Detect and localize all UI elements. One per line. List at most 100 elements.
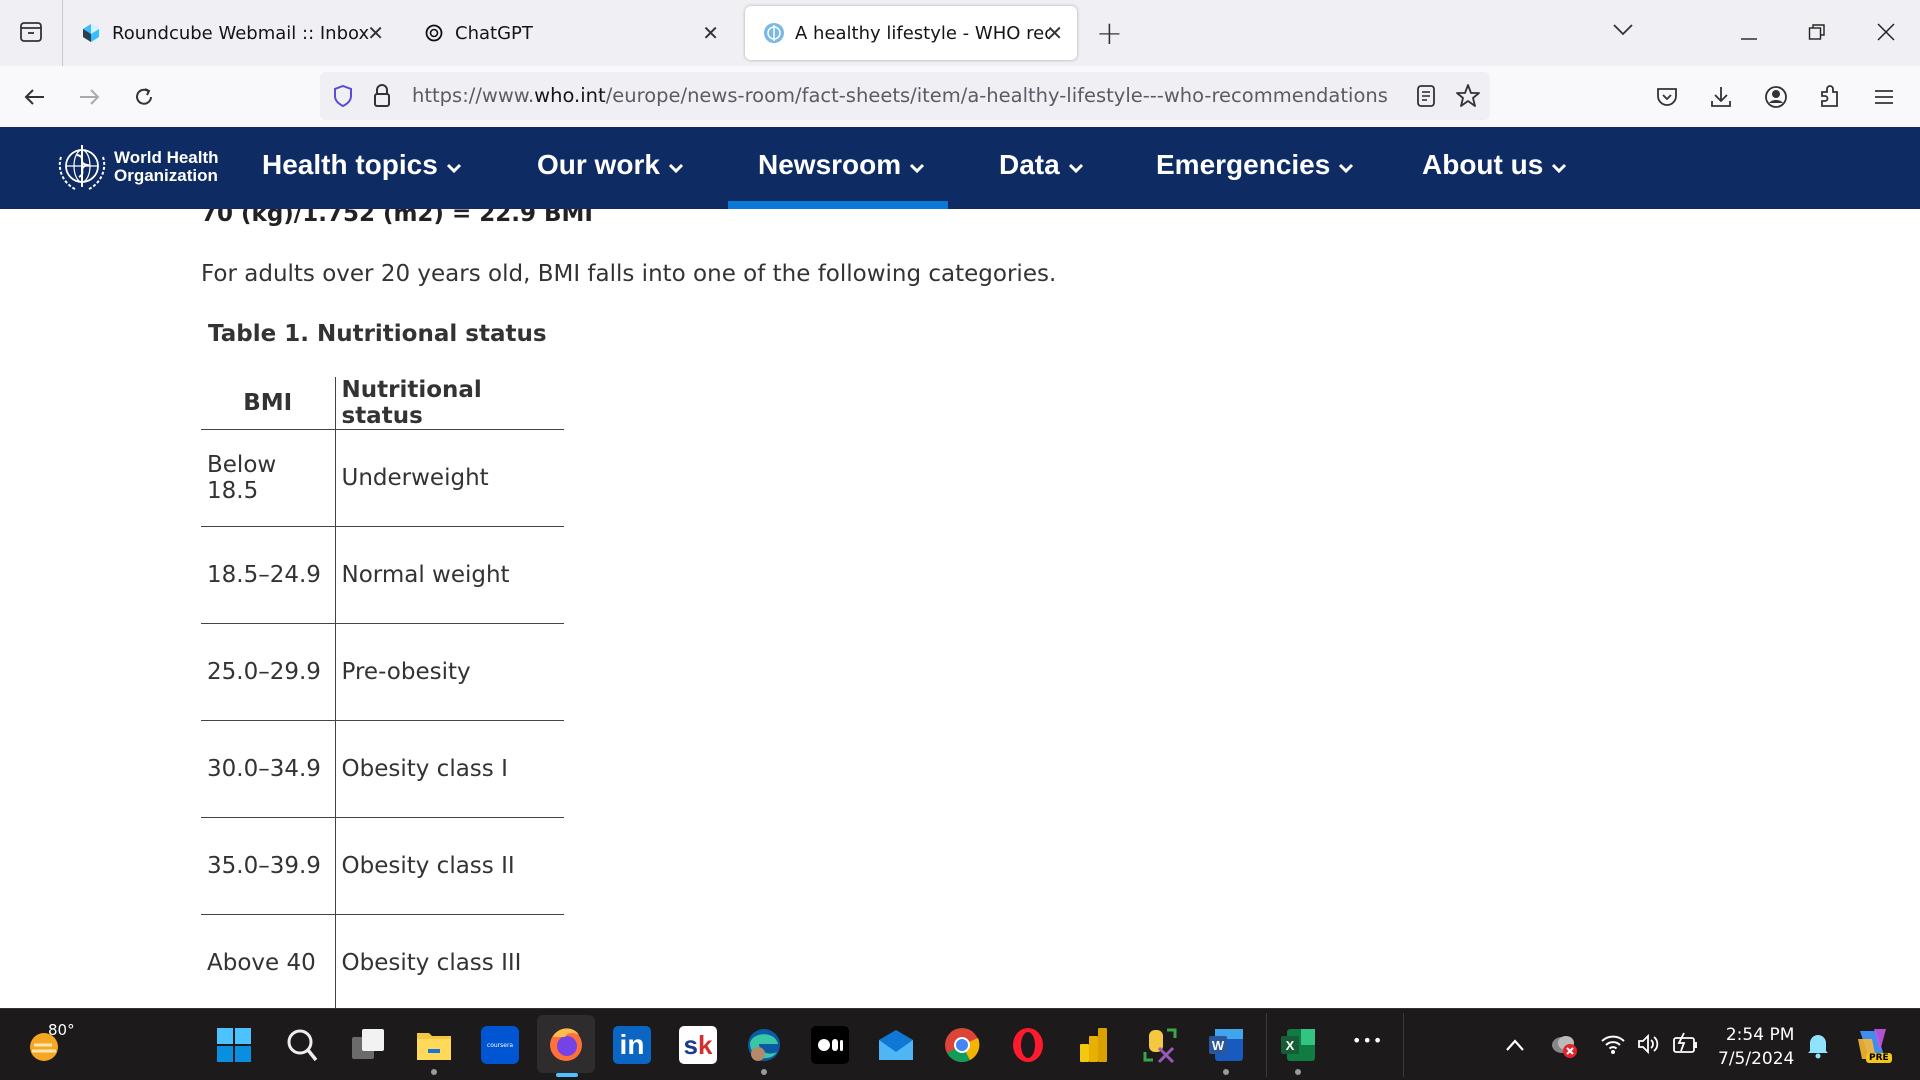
opera-icon[interactable] [1006,1023,1050,1067]
edge-profile-icon[interactable] [742,1023,786,1067]
minimize-icon[interactable] [1740,22,1758,46]
column-header-status: Nutritional status [335,377,564,430]
nav-label: Data [999,149,1060,180]
chevron-down-icon [909,149,925,181]
power-bi-icon[interactable] [1072,1023,1116,1067]
tab-list-icon[interactable] [18,20,44,44]
volume-icon[interactable] [1636,1033,1662,1059]
bmi-range: 30.0–34.9 [201,720,336,818]
bmi-range: 18.5–24.9 [201,526,336,624]
restore-icon[interactable] [1808,22,1826,46]
nav-our-work[interactable]: Our work [537,149,684,181]
onedrive-error-icon[interactable] [1550,1033,1580,1063]
word-icon[interactable]: W [1204,1023,1248,1067]
table-row: 18.5–24.9 Normal weight [201,526,564,624]
battery-charging-icon[interactable] [1672,1031,1700,1059]
windows-start-icon[interactable] [212,1023,256,1067]
linkedin-icon[interactable]: in [610,1023,654,1067]
medium-icon[interactable] [808,1023,852,1067]
bmi-formula-example: 70 (kg)/1.752 (m2) = 22.9 BMI [201,209,593,227]
taskbar-divider [1266,1013,1267,1077]
url-prefix: https://www. [412,84,535,107]
bmi-range: 25.0–29.9 [201,623,336,721]
close-tab-icon[interactable]: ✕ [702,21,719,45]
tab-roundcube[interactable]: Roundcube Webmail :: Inbox ✕ [62,6,398,60]
chevron-down-icon [668,149,684,181]
extensions-icon[interactable] [1813,80,1847,114]
url-domain: who.int [534,84,606,107]
app-menu-icon[interactable] [1867,80,1901,114]
nav-emergencies[interactable]: Emergencies [1156,149,1354,181]
back-button[interactable] [18,80,52,114]
who-icon [763,22,785,44]
who-logo-text[interactable]: World Health Organization [114,149,219,185]
nav-label: About us [1422,149,1544,180]
tab-overflow-chevron-icon[interactable] [1612,18,1634,42]
downloads-icon[interactable] [1704,80,1738,114]
address-bar[interactable]: https://www.who.int/europe/news-room/fac… [320,72,1490,120]
bmi-range: 35.0–39.9 [201,817,336,915]
nutritional-status: Underweight [335,429,564,527]
table-row: 35.0–39.9 Obesity class II [201,817,564,915]
search-icon[interactable] [280,1023,324,1067]
tab-title: Roundcube Webmail :: Inbox [112,22,370,44]
wifi-icon[interactable] [1600,1033,1626,1059]
bmi-range: Above 40 [201,914,336,1008]
table-row: 25.0–29.9 Pre-obesity [201,623,564,721]
table-row: Above 40 Obesity class III [201,914,564,1008]
windows-taskbar: 80° coursera in sk W X ••• 2:54 PM 7/5/2… [0,1008,1920,1080]
nutritional-status: Pre-obesity [335,623,564,721]
pocket-icon[interactable] [1650,80,1684,114]
tab-title: ChatGPT [455,22,533,44]
notification-bell-icon[interactable] [1806,1031,1830,1063]
file-explorer-icon[interactable] [412,1023,456,1067]
more-apps-button[interactable]: ••• [1352,1031,1383,1050]
show-hidden-icons-chevron-icon[interactable] [1505,1037,1525,1056]
tab-title: A healthy lifestyle - WHO recom [795,22,1050,44]
nav-label: Emergencies [1156,149,1331,180]
sk-app-icon[interactable]: sk [676,1023,720,1067]
coursera-icon[interactable]: coursera [478,1023,522,1067]
chevron-down-icon [1338,149,1354,181]
tab-who-active[interactable]: A healthy lifestyle - WHO recom ✕ [745,6,1077,60]
copilot-icon[interactable]: PRE [1852,1025,1892,1069]
nav-newsroom[interactable]: Newsroom [758,149,925,181]
running-indicator [1295,1069,1301,1075]
task-view-icon[interactable] [346,1023,390,1067]
weather-temperature[interactable]: 80° [48,1021,75,1039]
firefox-icon[interactable] [537,1015,595,1073]
dev-tool-icon[interactable] [1138,1023,1182,1067]
nutritional-status: Obesity class II [335,817,564,915]
chrome-icon[interactable] [940,1023,984,1067]
table-row: Below 18.5 Underweight [201,429,564,527]
close-window-icon[interactable] [1876,22,1896,47]
who-emblem-icon[interactable] [55,143,109,197]
lock-icon[interactable] [372,83,392,113]
system-clock[interactable]: 2:54 PM 7/5/2024 [1718,1023,1794,1071]
url-text[interactable]: https://www.who.int/europe/news-room/fac… [412,84,1388,107]
tab-chatgpt[interactable]: ChatGPT ✕ [405,6,733,60]
forward-button[interactable] [72,80,106,114]
reload-button[interactable] [127,80,161,114]
new-tab-button[interactable]: + [1096,14,1123,52]
close-tab-icon[interactable]: ✕ [1046,21,1063,45]
mail-icon[interactable] [874,1023,918,1067]
account-icon[interactable] [1759,80,1793,114]
excel-icon[interactable]: X [1276,1023,1320,1067]
copilot-pre-badge: PRE [1866,1053,1892,1063]
bmi-paragraph: For adults over 20 years old, BMI falls … [201,261,1057,287]
nutritional-status: Obesity class III [341,950,522,977]
roundcube-icon [80,22,102,44]
nutritional-status: Obesity class I [335,720,564,818]
close-tab-icon[interactable]: ✕ [367,21,384,45]
clock-time: 2:54 PM [1725,1025,1795,1045]
reader-view-icon[interactable] [1416,84,1436,112]
nav-data[interactable]: Data [999,149,1084,181]
nav-health-topics[interactable]: Health topics [262,149,462,181]
chevron-down-icon [1068,149,1084,181]
tracking-protection-shield-icon[interactable] [332,84,354,112]
taskbar-divider [1403,1013,1404,1077]
column-header-bmi: BMI [201,377,336,430]
bookmark-star-icon[interactable] [1455,83,1481,113]
nav-about-us[interactable]: About us [1422,149,1567,181]
